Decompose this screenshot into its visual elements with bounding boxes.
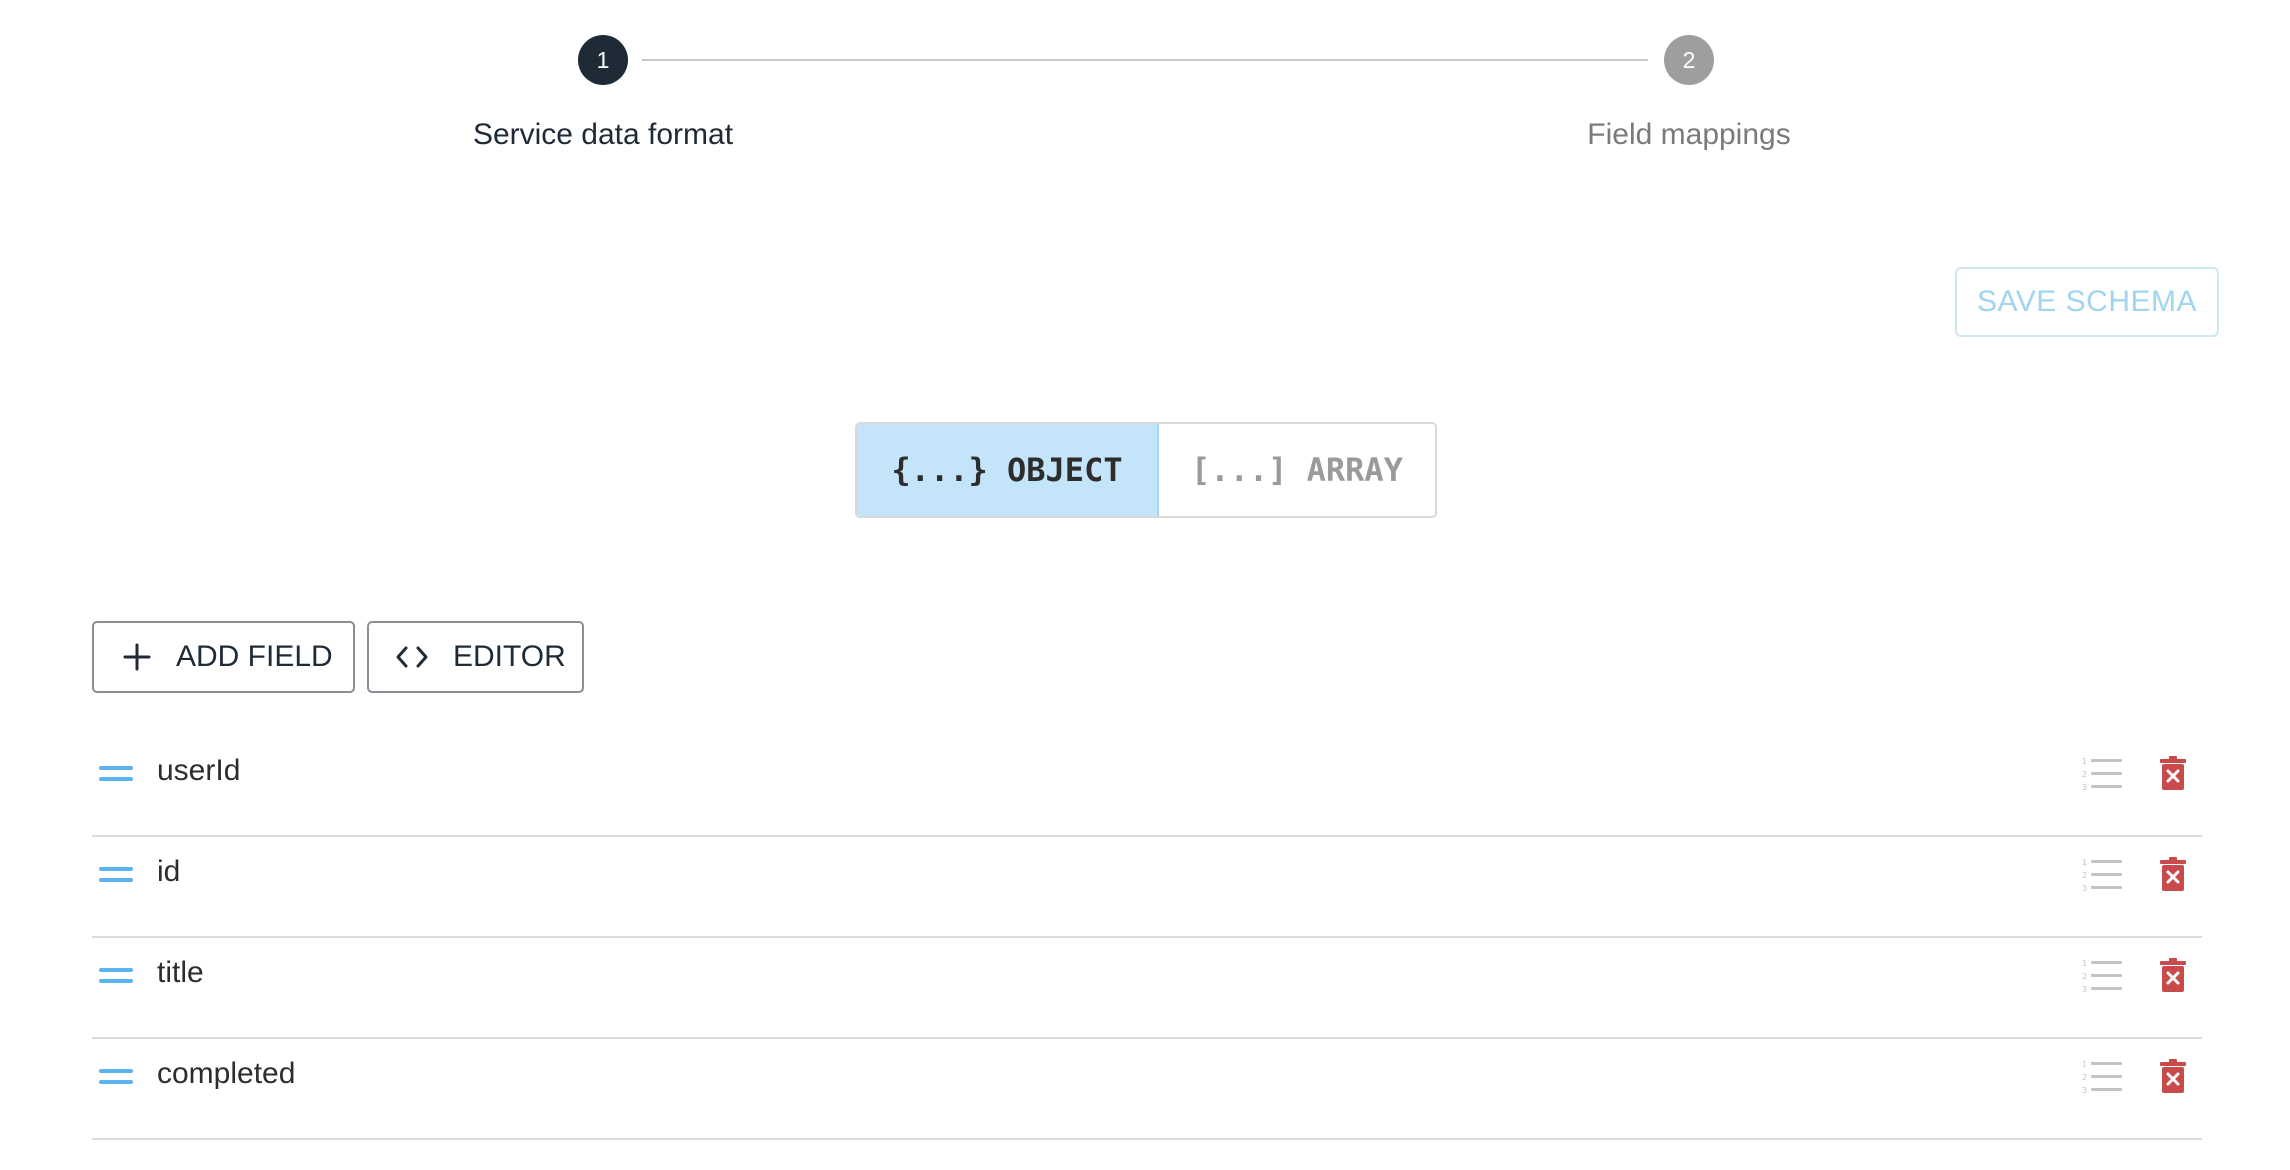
add-field-label: ADD FIELD <box>176 640 333 673</box>
field-row: userId 1 2 3 <box>92 736 2202 837</box>
numbered-list-icon[interactable]: 1 2 3 <box>2082 1059 2122 1095</box>
add-field-button[interactable]: ADD FIELD <box>92 621 355 693</box>
drag-handle-icon[interactable] <box>99 867 133 883</box>
drag-handle-icon[interactable] <box>99 968 133 984</box>
delete-icon[interactable] <box>2160 756 2186 790</box>
array-toggle-option[interactable]: [...] ARRAY <box>1159 424 1435 516</box>
drag-handle-icon[interactable] <box>99 1069 133 1085</box>
field-name: userId <box>157 754 241 787</box>
stepper: 1 2 Service data format Field mappings <box>0 0 2290 170</box>
svg-text:2: 2 <box>2082 972 2087 981</box>
field-list: userId 1 2 3 id 1 2 3 title 1 2 3 comple… <box>92 736 2202 1140</box>
field-name: completed <box>157 1057 296 1090</box>
object-toggle-option[interactable]: {...} OBJECT <box>857 424 1159 516</box>
svg-text:3: 3 <box>2082 1086 2087 1095</box>
field-row: id 1 2 3 <box>92 837 2202 938</box>
numbered-list-icon[interactable]: 1 2 3 <box>2082 958 2122 994</box>
numbered-list-icon[interactable]: 1 2 3 <box>2082 857 2122 893</box>
svg-text:2: 2 <box>2082 1073 2087 1082</box>
svg-text:3: 3 <box>2082 985 2087 994</box>
svg-text:1: 1 <box>2082 757 2087 766</box>
svg-text:1: 1 <box>2082 1060 2087 1069</box>
data-type-toggle: {...} OBJECT [...] ARRAY <box>855 422 1437 518</box>
stepper-connector <box>642 59 1648 61</box>
drag-handle-icon[interactable] <box>99 766 133 782</box>
field-row: title 1 2 3 <box>92 938 2202 1039</box>
code-icon <box>396 646 428 668</box>
step-2-circle[interactable]: 2 <box>1664 35 1714 85</box>
save-schema-button[interactable]: SAVE SCHEMA <box>1955 267 2219 337</box>
svg-text:3: 3 <box>2082 783 2087 792</box>
editor-button[interactable]: EDITOR <box>367 621 584 693</box>
svg-text:1: 1 <box>2082 959 2087 968</box>
svg-text:2: 2 <box>2082 871 2087 880</box>
field-name: title <box>157 956 204 989</box>
delete-icon[interactable] <box>2160 958 2186 992</box>
step-1-label: Service data format <box>472 118 734 151</box>
svg-text:3: 3 <box>2082 884 2087 893</box>
editor-label: EDITOR <box>453 640 566 673</box>
svg-text:2: 2 <box>2082 770 2087 779</box>
plus-icon <box>123 643 151 671</box>
delete-icon[interactable] <box>2160 1059 2186 1093</box>
field-name: id <box>157 855 181 888</box>
svg-text:1: 1 <box>2082 858 2087 867</box>
delete-icon[interactable] <box>2160 857 2186 891</box>
step-1-circle[interactable]: 1 <box>578 35 628 85</box>
numbered-list-icon[interactable]: 1 2 3 <box>2082 756 2122 792</box>
field-row: completed 1 2 3 <box>92 1039 2202 1140</box>
step-2-label: Field mappings <box>1587 118 1791 151</box>
